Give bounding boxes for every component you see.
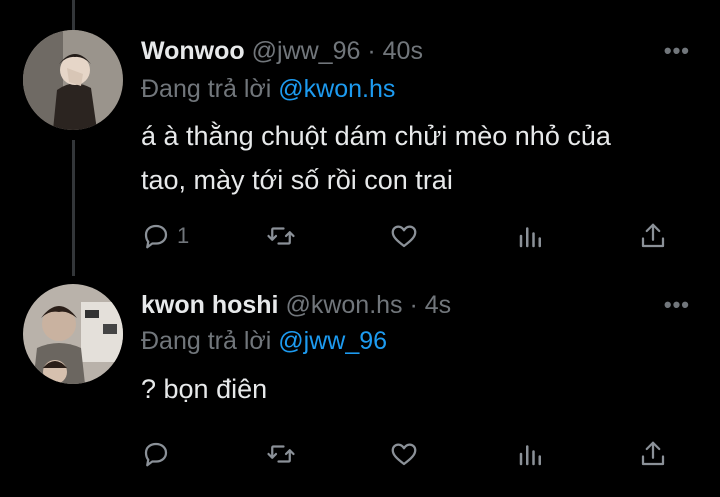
like-button[interactable] (389, 434, 419, 474)
share-button[interactable] (638, 434, 668, 474)
views-icon (519, 227, 541, 248)
avatar-image (23, 30, 123, 130)
tweet-header: Wonwoo @jww_96 · 40s (141, 37, 423, 66)
avatar[interactable] (23, 30, 123, 130)
user-handle[interactable]: @kwon.hs (285, 291, 402, 319)
like-icon (391, 225, 417, 248)
action-bar: 1 (0, 216, 720, 256)
retweet-button[interactable] (266, 434, 296, 474)
replying-to-handle[interactable]: @kwon.hs (278, 75, 395, 103)
replying-to-label: Đang trả lời (141, 327, 272, 355)
reply-icon (144, 442, 168, 467)
tweet-header: kwon hoshi @kwon.hs · 4s (141, 291, 451, 320)
replying-to: Đang trả lời @kwon.hs (141, 75, 395, 104)
timestamp[interactable]: · 40s (367, 37, 423, 65)
share-icon (641, 441, 665, 466)
reply-button[interactable]: 1 (141, 216, 189, 256)
tweet-text: á à thằng chuột dám chửi mèo nhỏ của tao… (141, 114, 681, 202)
tweet-wonwoo[interactable]: Wonwoo @jww_96 · 40s ••• Đang trả lời @k… (0, 0, 720, 276)
like-button[interactable] (389, 216, 419, 256)
avatar-image (23, 284, 123, 384)
more-icon[interactable]: ••• (664, 292, 690, 318)
retweet-icon (267, 445, 295, 463)
retweet-icon (267, 227, 295, 245)
retweet-button[interactable] (266, 216, 296, 256)
tweet-text-line: á à thằng chuột dám chửi mèo nhỏ của (141, 121, 611, 151)
share-button[interactable] (638, 216, 668, 256)
replying-to: Đang trả lời @jww_96 (141, 327, 387, 356)
tweet-text-line: ? bọn điên (141, 374, 268, 404)
tweet-text-line: tao, mày tới số rồi con trai (141, 165, 453, 195)
action-bar (0, 434, 720, 474)
display-name[interactable]: Wonwoo (141, 37, 245, 65)
reply-icon (144, 224, 168, 249)
tweet-text: ? bọn điên (141, 367, 681, 411)
display-name[interactable]: kwon hoshi (141, 291, 279, 319)
like-icon (391, 443, 417, 466)
more-icon[interactable]: ••• (664, 38, 690, 64)
views-button[interactable] (516, 216, 546, 256)
views-button[interactable] (516, 434, 546, 474)
tweet-kwon-hoshi[interactable]: kwon hoshi @kwon.hs · 4s ••• Đang trả lờ… (0, 276, 720, 497)
avatar[interactable] (23, 284, 123, 384)
reply-button[interactable] (141, 434, 177, 474)
replying-to-label: Đang trả lời (141, 75, 272, 103)
views-icon (519, 445, 541, 466)
user-handle[interactable]: @jww_96 (252, 37, 361, 65)
reply-count: 1 (177, 223, 190, 248)
replying-to-handle[interactable]: @jww_96 (278, 327, 387, 355)
share-icon (641, 223, 665, 248)
timestamp[interactable]: · 4s (410, 291, 452, 319)
